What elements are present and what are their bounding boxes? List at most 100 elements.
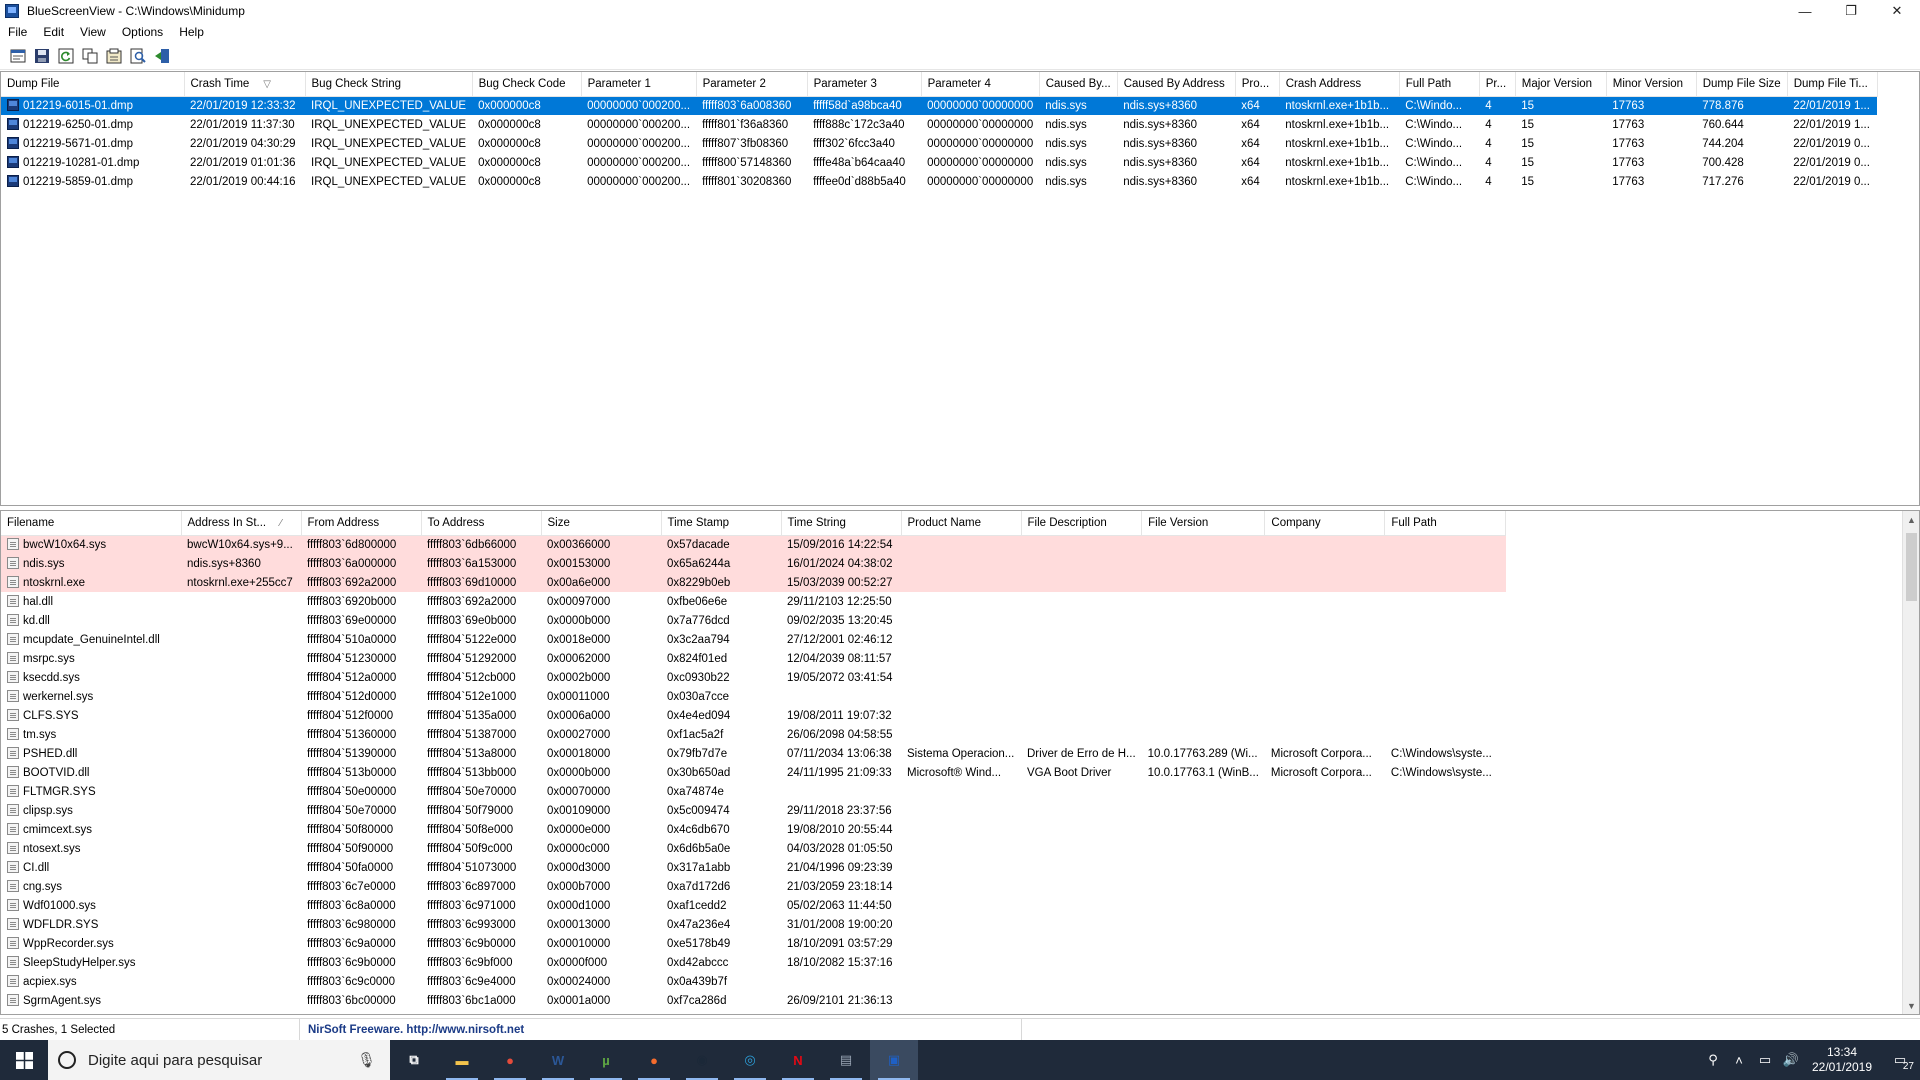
module-row[interactable]: hal.dll fffff803`6920b000 fffff803`692a200…: [1, 592, 1506, 611]
module-row[interactable]: mcupdate_GenuineIntel.dll fffff804`510a00…: [1, 630, 1506, 649]
copy-button[interactable]: [81, 48, 98, 65]
crash-row[interactable]: 012219-5671-01.dmp 22/01/2019 04:30:29 IRQ…: [1, 134, 1877, 153]
module-row[interactable]: werkernel.sys fffff804`512d0000 fffff804`5…: [1, 687, 1506, 706]
module-row[interactable]: cng.sys fffff803`6c7e0000 fffff803`6c89700…: [1, 877, 1506, 896]
column-header-address-in-st[interactable]: Address In St... ⁄: [181, 511, 302, 536]
maximize-button[interactable]: ❐: [1828, 0, 1874, 22]
column-header-dump-file-size[interactable]: Dump File Size: [1696, 72, 1788, 97]
network-icon[interactable]: ▭: [1752, 1052, 1778, 1068]
volume-icon[interactable]: 🔊: [1778, 1052, 1804, 1068]
minimize-button[interactable]: —: [1782, 0, 1828, 22]
crash-row[interactable]: 012219-6250-01.dmp 22/01/2019 11:37:30 IRQ…: [1, 115, 1877, 134]
column-header-crash-address[interactable]: Crash Address: [1279, 72, 1400, 97]
chevron-up-icon[interactable]: ˄: [1726, 1053, 1752, 1068]
scroll-down-arrow-icon[interactable]: ▼: [1903, 997, 1919, 1014]
module-row[interactable]: cmimcext.sys fffff804`50f80000 fffff804`50…: [1, 820, 1506, 839]
column-header-full-path[interactable]: Full Path: [1399, 72, 1480, 97]
module-row[interactable]: tm.sys fffff804`51360000 fffff804`51387000…: [1, 725, 1506, 744]
module-row[interactable]: acpiex.sys fffff803`6c9c0000 fffff803`6c9e…: [1, 972, 1506, 991]
module-row[interactable]: FLTMGR.SYS fffff804`50e00000 fffff804`50e7…: [1, 782, 1506, 801]
column-header-pro[interactable]: Pro...: [1235, 72, 1280, 97]
person-icon[interactable]: ⚲: [1700, 1052, 1726, 1068]
crash-list-table[interactable]: Dump File Crash Time ▽ Bug Check String Bug …: [1, 72, 1878, 191]
module-row[interactable]: CLFS.SYS fffff804`512f0000 fffff804`5135a0…: [1, 706, 1506, 725]
column-header-bug-check-code[interactable]: Bug Check Code: [472, 72, 582, 97]
column-header-time-string[interactable]: Time String: [781, 511, 902, 536]
module-row[interactable]: ndis.sys ndis.sys+8360 fffff803`6a000000 ff…: [1, 554, 1506, 573]
module-row[interactable]: BOOTVID.dll fffff804`513b0000 fffff804`513…: [1, 763, 1506, 782]
column-header-product-name[interactable]: Product Name: [901, 511, 1022, 536]
taskbar-search-box[interactable]: Digite aqui para pesquisar 🎙: [48, 1040, 390, 1080]
column-header-parameter-3[interactable]: Parameter 3: [807, 72, 922, 97]
column-header-dump-file[interactable]: Dump File: [1, 72, 185, 97]
column-header-minor-version[interactable]: Minor Version: [1606, 72, 1697, 97]
taskbar-app-file-explorer[interactable]: ▬: [438, 1040, 486, 1080]
module-row[interactable]: clipsp.sys fffff804`50e70000 fffff804`50f7…: [1, 801, 1506, 820]
module-row[interactable]: ksecdd.sys fffff804`512a0000 fffff804`512c…: [1, 668, 1506, 687]
scroll-up-arrow-icon[interactable]: ▲: [1903, 511, 1919, 528]
column-header-caused-by[interactable]: Caused By...: [1039, 72, 1118, 97]
column-header-bug-check-string[interactable]: Bug Check String: [305, 72, 473, 97]
taskbar-app-chrome[interactable]: ●: [486, 1040, 534, 1080]
menu-options[interactable]: Options: [114, 25, 171, 39]
taskbar-app-cortana-app[interactable]: ◎: [726, 1040, 774, 1080]
taskbar-app-task-view[interactable]: ⧉: [390, 1040, 438, 1080]
clock[interactable]: 13:34 22/01/2019: [1804, 1045, 1880, 1075]
html-report-button[interactable]: [9, 48, 26, 65]
module-row[interactable]: PSHED.dll fffff804`51390000 fffff804`513a8…: [1, 744, 1506, 763]
column-header-size[interactable]: Size: [541, 511, 662, 536]
taskbar-app-netflix[interactable]: N: [774, 1040, 822, 1080]
column-header-pr[interactable]: Pr...: [1479, 72, 1516, 97]
taskbar-app-steam[interactable]: ◉: [678, 1040, 726, 1080]
module-row[interactable]: msrpc.sys fffff804`51230000 fffff804`51292…: [1, 649, 1506, 668]
module-row[interactable]: ntoskrnl.exe ntoskrnl.exe+255cc7 fffff803`…: [1, 573, 1506, 592]
start-button[interactable]: [0, 1040, 48, 1080]
column-header-file-description[interactable]: File Description: [1021, 511, 1143, 536]
column-header-time-stamp[interactable]: Time Stamp: [661, 511, 782, 536]
module-list-table[interactable]: Filename Address In St... ⁄ From Address To …: [1, 511, 1507, 1010]
column-header-caused-by-address[interactable]: Caused By Address: [1117, 72, 1236, 97]
properties-button[interactable]: [105, 48, 122, 65]
module-row[interactable]: Wdf01000.sys fffff803`6c8a0000 fffff803`6c…: [1, 896, 1506, 915]
find-button[interactable]: [129, 48, 146, 65]
column-header-parameter-4[interactable]: Parameter 4: [921, 72, 1040, 97]
module-row[interactable]: ntosext.sys fffff804`50f90000 fffff804`50f…: [1, 839, 1506, 858]
column-header-full-path[interactable]: Full Path: [1384, 511, 1507, 536]
refresh-button[interactable]: [57, 48, 74, 65]
module-row[interactable]: SgrmAgent.sys fffff803`6bc00000 fffff803`6…: [1, 991, 1506, 1010]
column-header-dump-file-ti[interactable]: Dump File Ti...: [1787, 72, 1878, 97]
module-row[interactable]: kd.dll fffff803`69e00000 fffff803`69e0b000…: [1, 611, 1506, 630]
exit-button[interactable]: [153, 48, 170, 65]
column-header-file-version[interactable]: File Version: [1141, 511, 1266, 536]
column-header-filename[interactable]: Filename: [1, 511, 182, 536]
menu-view[interactable]: View: [72, 25, 114, 39]
module-row[interactable]: WDFLDR.SYS fffff803`6c980000 fffff803`6c99…: [1, 915, 1506, 934]
column-header-major-version[interactable]: Major Version: [1515, 72, 1607, 97]
scroll-thumb[interactable]: [1906, 533, 1917, 601]
menu-file[interactable]: File: [0, 25, 35, 39]
module-list-scrollbar[interactable]: ▲ ▼: [1902, 511, 1919, 1014]
taskbar-app-bluescreenview[interactable]: ▣: [870, 1040, 918, 1080]
column-header-company[interactable]: Company: [1264, 511, 1386, 536]
column-header-parameter-2[interactable]: Parameter 2: [696, 72, 808, 97]
menu-edit[interactable]: Edit: [35, 25, 72, 39]
column-header-crash-time[interactable]: Crash Time ▽: [184, 72, 306, 97]
taskbar-app-utorrent[interactable]: µ: [582, 1040, 630, 1080]
microphone-icon[interactable]: 🎙: [357, 1051, 376, 1069]
crash-row[interactable]: 012219-5859-01.dmp 22/01/2019 00:44:16 IRQ…: [1, 172, 1877, 191]
taskbar-app-network-tool[interactable]: ▤: [822, 1040, 870, 1080]
taskbar-app-word[interactable]: W: [534, 1040, 582, 1080]
notification-center-button[interactable]: ▭ 27: [1880, 1040, 1920, 1080]
module-row[interactable]: WppRecorder.sys fffff803`6c9a0000 fffff803…: [1, 934, 1506, 953]
close-button[interactable]: ✕: [1874, 0, 1920, 22]
module-row[interactable]: SleepStudyHelper.sys fffff803`6c9b0000 fff…: [1, 953, 1506, 972]
save-button[interactable]: [33, 48, 50, 65]
module-row[interactable]: CI.dll fffff804`50fa0000 fffff804`51073000…: [1, 858, 1506, 877]
column-header-to-address[interactable]: To Address: [421, 511, 542, 536]
taskbar-app-origin[interactable]: ●: [630, 1040, 678, 1080]
column-header-from-address[interactable]: From Address: [301, 511, 422, 536]
status-nirsoft-link[interactable]: NirSoft Freeware. http://www.nirsoft.net: [300, 1019, 1022, 1040]
module-row[interactable]: bwcW10x64.sys bwcW10x64.sys+9... fffff803`…: [1, 535, 1506, 554]
crash-row[interactable]: 012219-10281-01.dmp 22/01/2019 01:01:36 IR…: [1, 153, 1877, 172]
crash-row[interactable]: 012219-6015-01.dmp 22/01/2019 12:33:32 IRQ…: [1, 96, 1878, 115]
